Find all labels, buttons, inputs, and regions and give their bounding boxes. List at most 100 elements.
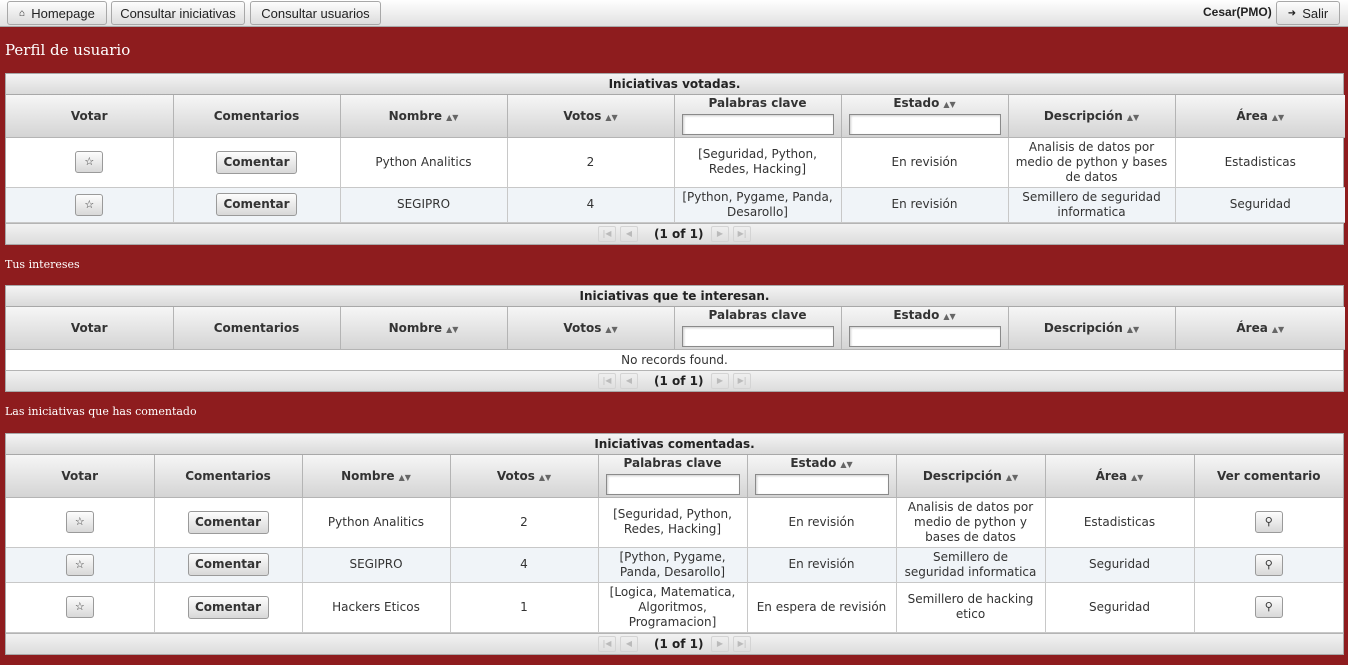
col-palabras: Palabras clave: [598, 455, 748, 498]
no-records-message: No records found.: [621, 352, 728, 367]
sort-icon: ▲▼: [605, 112, 618, 122]
cell-descripcion: Semillero de seguridad informatica: [1008, 187, 1176, 223]
table-row: ☆ Comentar Hackers Eticos 1 [Logica, Mat…: [6, 582, 1343, 633]
home-icon: ⌂: [19, 7, 26, 19]
col-nombre[interactable]: Nombre ▲▼: [340, 307, 508, 350]
next-page-icon[interactable]: ▶: [711, 372, 729, 389]
col-descripcion[interactable]: Descripción ▲▼: [1008, 95, 1176, 138]
cell-area: Seguridad: [1175, 187, 1345, 223]
commented-panel: Iniciativas comentadas. Votar Comentario…: [5, 433, 1344, 655]
comentar-button[interactable]: Comentar: [216, 150, 297, 174]
col-area[interactable]: Área ▲▼: [1045, 455, 1195, 498]
sort-icon: ▲▼: [1005, 472, 1019, 482]
page-title: Perfil de usuario: [5, 41, 131, 59]
cell-palabras: [Logica, Matematica, Algoritmos, Program…: [598, 582, 748, 633]
col-estado[interactable]: Estado ▲▼: [747, 455, 897, 498]
comentar-button[interactable]: Comentar: [187, 595, 269, 619]
star-icon: ☆: [84, 155, 95, 168]
sort-icon: ▲▼: [605, 324, 618, 334]
cell-area: Estadisticas: [1045, 497, 1195, 548]
prev-page-icon[interactable]: ◀: [620, 225, 638, 242]
sort-icon: ▲▼: [446, 112, 459, 122]
estado-filter-input[interactable]: [848, 114, 1001, 136]
vote-button[interactable]: ☆: [75, 151, 104, 173]
top-menubar: ⌂ Homepage Consultar iniciativas Consulta…: [0, 0, 1348, 27]
table-row: ☆ Comentar Python Analitics 2 [Seguridad…: [6, 497, 1343, 548]
col-votar: Votar: [6, 455, 155, 498]
voted-initiatives-panel: Iniciativas votadas. Votar Comentarios N…: [5, 73, 1345, 245]
col-area[interactable]: Área ▲▼: [1175, 307, 1345, 350]
homepage-button[interactable]: ⌂ Homepage: [7, 1, 107, 25]
page-report: (1 of 1): [654, 373, 704, 388]
cell-area: Estadisticas: [1175, 137, 1345, 188]
col-estado[interactable]: Estado ▲▼: [841, 307, 1009, 350]
homepage-label: Homepage: [31, 5, 95, 21]
vote-button[interactable]: ☆: [65, 553, 94, 576]
col-nombre[interactable]: Nombre ▲▼: [340, 95, 508, 138]
last-page-icon[interactable]: ▶|: [733, 372, 751, 389]
consultar-iniciativas-button[interactable]: Consultar iniciativas: [111, 1, 245, 25]
palabras-filter-input[interactable]: [605, 474, 740, 496]
view-comment-button[interactable]: ⚲: [1254, 511, 1283, 533]
sort-icon: ▲▼: [1126, 324, 1140, 334]
cell-nombre: Python Analitics: [340, 137, 508, 188]
consultar-usuarios-button[interactable]: Consultar usuarios: [250, 1, 381, 25]
cell-votos: 4: [450, 547, 599, 583]
col-nombre[interactable]: Nombre ▲▼: [302, 455, 451, 498]
magnifier-icon: ⚲: [1264, 557, 1273, 571]
cell-estado: En revisión: [747, 547, 897, 583]
comentar-button[interactable]: Comentar: [216, 193, 297, 216]
vote-button[interactable]: ☆: [65, 511, 94, 533]
cell-descripcion: Analisis de datos por medio de python y …: [896, 497, 1046, 548]
comentar-button[interactable]: Comentar: [187, 510, 269, 534]
view-comment-button[interactable]: ⚲: [1254, 596, 1283, 618]
vote-button[interactable]: ☆: [65, 596, 94, 618]
vote-button[interactable]: ☆: [75, 193, 104, 216]
cell-palabras: [Seguridad, Python, Redes, Hacking]: [674, 137, 842, 188]
col-votar: Votar: [6, 307, 174, 350]
sort-icon: ▲▼: [1126, 112, 1140, 122]
col-area[interactable]: Área ▲▼: [1175, 95, 1345, 138]
col-votos[interactable]: Votos ▲▼: [507, 307, 675, 350]
last-page-icon[interactable]: ▶|: [733, 225, 751, 242]
cell-estado: En revisión: [841, 187, 1009, 223]
first-page-icon[interactable]: |◀: [598, 635, 616, 652]
comentar-button[interactable]: Comentar: [187, 553, 269, 576]
prev-page-icon[interactable]: ◀: [620, 372, 638, 389]
sort-icon: ▲▼: [943, 100, 956, 110]
section-title-comentadas: Las iniciativas que has comentado: [5, 405, 197, 418]
cell-nombre: SEGIPRO: [340, 187, 508, 223]
col-votos[interactable]: Votos ▲▼: [450, 455, 599, 498]
estado-filter-input[interactable]: [848, 326, 1001, 348]
col-votos[interactable]: Votos ▲▼: [507, 95, 675, 138]
first-page-icon[interactable]: |◀: [598, 372, 616, 389]
table-row: ☆ Comentar SEGIPRO 4 [Python, Pygame, Pa…: [6, 187, 1345, 223]
cell-votos: 2: [450, 497, 599, 548]
col-palabras: Palabras clave: [674, 95, 842, 138]
salir-button[interactable]: ➜ Salir: [1276, 1, 1340, 25]
next-page-icon[interactable]: ▶: [711, 225, 729, 242]
estado-filter-input[interactable]: [754, 474, 889, 496]
page-report: (1 of 1): [654, 226, 704, 241]
last-page-icon[interactable]: ▶|: [733, 635, 751, 652]
palabras-filter-input[interactable]: [681, 114, 834, 136]
view-comment-button[interactable]: ⚲: [1254, 553, 1283, 576]
user-name: Cesar(PMO): [1203, 5, 1272, 19]
sort-icon: ▲▼: [446, 324, 459, 334]
prev-page-icon[interactable]: ◀: [620, 635, 638, 652]
col-estado[interactable]: Estado ▲▼: [841, 95, 1009, 138]
cell-estado: En revisión: [841, 137, 1009, 188]
palabras-filter-input[interactable]: [681, 326, 834, 348]
cell-descripcion: Semillero de hacking etico: [896, 582, 1046, 633]
first-page-icon[interactable]: |◀: [598, 225, 616, 242]
exit-icon: ➜: [1287, 7, 1297, 19]
col-descripcion[interactable]: Descripción ▲▼: [1008, 307, 1176, 350]
cell-votos: 2: [507, 137, 675, 188]
cell-area: Seguridad: [1045, 582, 1195, 633]
cell-palabras: [Python, Pygame, Panda, Desarollo]: [598, 547, 748, 583]
next-page-icon[interactable]: ▶: [711, 635, 729, 652]
magnifier-icon: ⚲: [1264, 600, 1273, 613]
interests-paginator: |◀ ◀ (1 of 1) ▶ ▶|: [6, 369, 1343, 391]
col-descripcion[interactable]: Descripción ▲▼: [896, 455, 1046, 498]
magnifier-icon: ⚲: [1264, 515, 1273, 528]
